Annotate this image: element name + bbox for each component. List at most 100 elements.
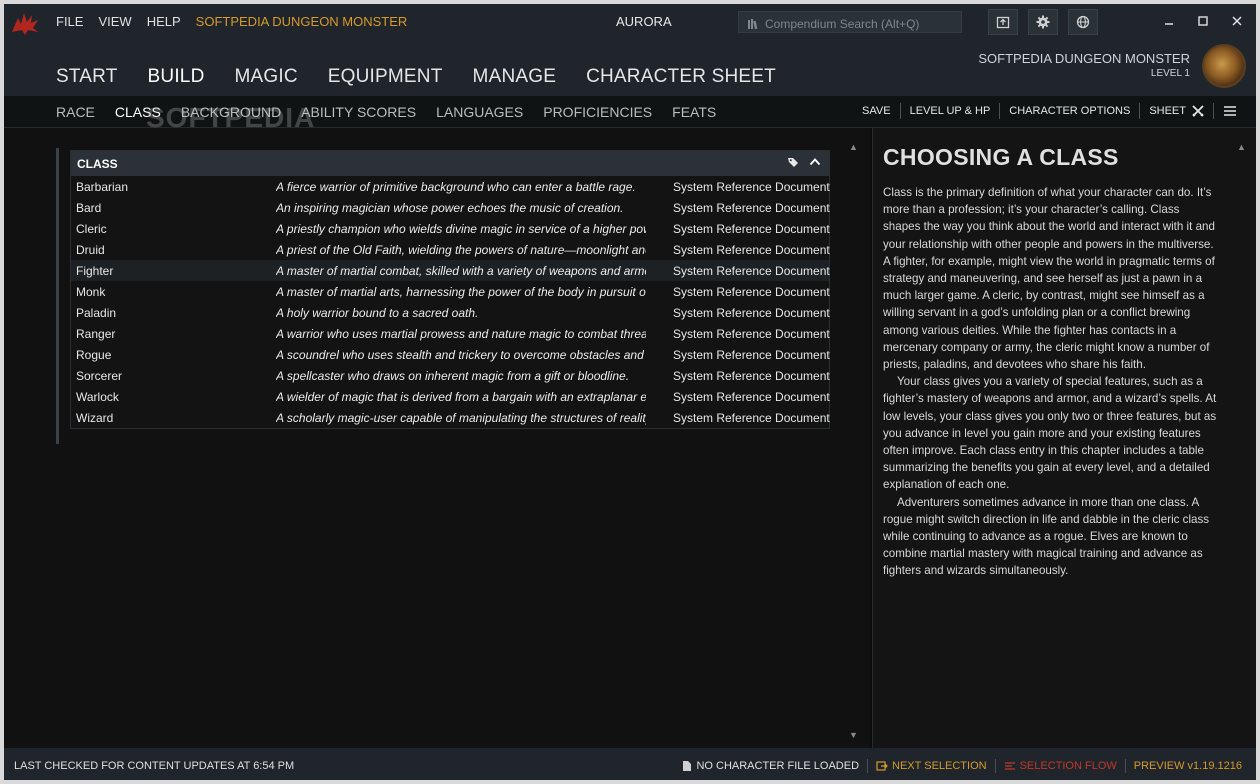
class-source: System Reference Document [673,179,830,194]
class-row[interactable]: Monk A master of martial arts, harnessing… [71,281,830,302]
scroll-down-arrow-icon[interactable]: ▼ [849,730,858,740]
class-name: Paladin [76,305,117,320]
class-description: A priest of the Old Faith, wielding the … [276,242,646,257]
sheet-button[interactable]: SHEET [1140,103,1214,119]
tab-magic[interactable]: MAGIC [235,66,298,88]
web-button[interactable] [1068,9,1098,35]
maximize-icon [1198,16,1208,26]
tab-build[interactable]: BUILD [148,66,205,88]
class-source: System Reference Document [673,263,830,278]
tags-icon[interactable] [787,156,799,168]
app-window: FILE VIEW HELP SOFTPEDIA DUNGEON MONSTER… [4,4,1256,780]
menu-file[interactable]: FILE [56,14,83,29]
class-row[interactable]: Rogue A scoundrel who uses stealth and tr… [71,344,830,365]
globe-icon [1076,15,1090,29]
menu-view[interactable]: VIEW [98,14,131,29]
character-level: LEVEL 1 [1150,68,1190,79]
hamburger-menu-button[interactable] [1214,103,1246,119]
class-source: System Reference Document [673,389,830,404]
info-paragraph-2: Your class gives you a variety of specia… [883,375,1217,492]
class-name: Rogue [76,347,112,362]
class-name: Monk [76,284,106,299]
search-placeholder: Compendium Search (Alt+Q) [765,16,920,31]
character-options-button[interactable]: CHARACTER OPTIONS [1000,103,1141,119]
header-tools [787,156,821,168]
version-label: PREVIEW v1.19.1216 [1133,760,1242,772]
tab-manage[interactable]: MANAGE [473,66,557,88]
maximize-button[interactable] [1190,10,1216,32]
class-description: A spellcaster who draws on inherent magi… [276,368,630,383]
class-row[interactable]: Druid A priest of the Old Faith, wielding… [71,239,830,260]
subtab-race[interactable]: RACE [56,104,95,120]
class-source: System Reference Document [673,200,830,215]
class-row[interactable]: Barbarian A fierce warrior of primitive b… [71,176,830,197]
class-source: System Reference Document [673,410,830,425]
class-row[interactable]: Fighter A master of martial combat, skill… [71,260,830,281]
brand-link[interactable]: SOFTPEDIA DUNGEON MONSTER [196,14,408,29]
character-name: SOFTPEDIA DUNGEON MONSTER [978,51,1190,66]
class-row[interactable]: Wizard A scholarly magic-user capable of … [71,407,830,428]
class-source: System Reference Document [673,221,830,236]
class-description: An inspiring magician whose power echoes… [276,200,624,215]
class-table: CLASS Barbarian A fierce warrior of primi… [70,150,830,429]
info-title: CHOOSING A CLASS [883,144,1119,170]
class-name: Cleric [76,221,107,236]
export-icon [996,16,1010,29]
selection-flow-label: SELECTION FLOW [1019,760,1117,772]
info-scroll-up-arrow-icon[interactable]: ▲ [1237,142,1246,152]
class-description: A master of martial combat, skilled with… [276,263,646,278]
tab-character-sheet[interactable]: CHARACTER SHEET [586,66,776,88]
subtab-ability-scores[interactable]: ABILITY SCORES [301,104,416,120]
subtab-proficiencies[interactable]: PROFICIENCIES [543,104,652,120]
subtab-languages[interactable]: LANGUAGES [436,104,523,120]
save-button[interactable]: SAVE [853,103,901,119]
info-paragraph-3: Adventurers sometimes advance in more th… [883,495,1210,578]
chevron-up-icon[interactable] [809,156,821,168]
class-row[interactable]: Bard An inspiring magician whose power ec… [71,197,830,218]
document-icon [683,761,692,771]
selection-accent-bar [56,148,59,444]
next-selection-icon [876,761,888,771]
status-bar: LAST CHECKED FOR CONTENT UPDATES AT 6:54… [4,748,1256,780]
class-table-header: CLASS [71,151,829,176]
crossed-swords-icon [1192,105,1204,117]
class-source: System Reference Document [673,347,830,362]
character-avatar[interactable] [1202,44,1246,88]
class-row[interactable]: Ranger A warrior who uses martial prowess… [71,323,830,344]
class-row[interactable]: Cleric A priestly champion who wields div… [71,218,830,239]
next-selection-button[interactable]: NEXT SELECTION [868,759,996,773]
selection-flow-button[interactable]: SELECTION FLOW [996,759,1126,773]
class-source: System Reference Document [673,242,830,257]
class-description: A priestly champion who wields divine ma… [276,221,646,236]
close-icon [1232,16,1242,26]
title-bar: FILE VIEW HELP SOFTPEDIA DUNGEON MONSTER… [4,4,1256,96]
compendium-search-input[interactable]: Compendium Search (Alt+Q) [738,11,962,33]
minimize-button[interactable] [1156,10,1182,32]
export-button[interactable] [988,9,1018,35]
subtab-feats[interactable]: FEATS [672,104,716,120]
class-description: A scholarly magic-user capable of manipu… [276,410,646,425]
class-name: Bard [76,200,102,215]
class-selection-panel: ▲ ▼ CLASS Barbarian A fierce warrior of p… [4,128,870,748]
class-row[interactable]: Warlock A wielder of magic that is derive… [71,386,830,407]
class-description: A holy warrior bound to a sacred oath. [276,305,479,320]
class-row[interactable]: Sorcerer A spellcaster who draws on inher… [71,365,830,386]
status-right-items: NO CHARACTER FILE LOADED NEXT SELECTION … [674,759,1250,773]
level-up-hp-button[interactable]: LEVEL UP & HP [901,103,1001,119]
class-name: Fighter [76,263,114,278]
tab-equipment[interactable]: EQUIPMENT [328,66,443,88]
list-flow-icon [1004,762,1015,770]
class-source: System Reference Document [673,284,830,299]
gear-icon [1036,15,1050,29]
scroll-up-arrow-icon[interactable]: ▲ [849,142,858,152]
dragon-logo-icon [12,13,38,35]
minimize-icon [1165,23,1173,25]
class-description: A scoundrel who uses stealth and tricker… [276,347,646,362]
class-source: System Reference Document [673,326,830,341]
class-row[interactable]: Paladin A holy warrior bound to a sacred … [71,302,830,323]
settings-button[interactable] [1028,9,1058,35]
class-name: Sorcerer [76,368,123,383]
tab-start[interactable]: START [56,66,118,88]
close-button[interactable] [1224,10,1250,32]
menu-help[interactable]: HELP [147,14,181,29]
